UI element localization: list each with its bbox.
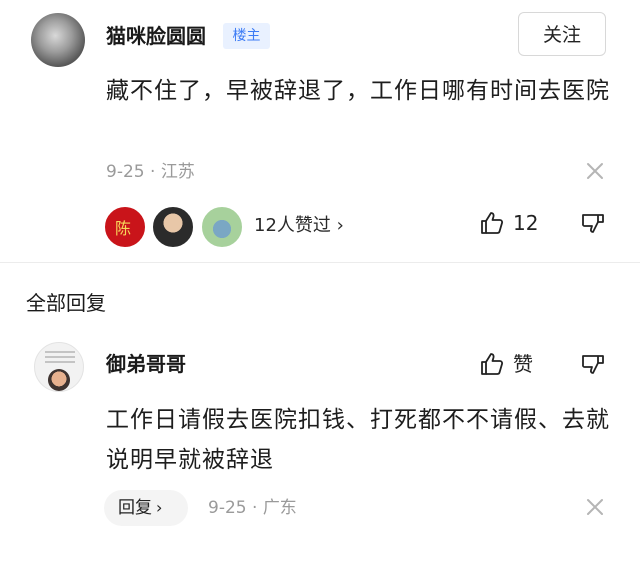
liker-avatar[interactable] [151,205,195,249]
post-meta: 9-25 · 江苏 [106,157,195,187]
post-meta-separator: · [150,162,156,182]
reply-date: 9-25 [208,498,247,518]
thumbs-down-icon[interactable] [580,353,606,379]
section-divider [0,262,640,263]
post-author-name[interactable]: 猫咪脸圆圆 [106,20,206,52]
liker-avatar[interactable]: 陈 [103,205,147,249]
post-like-count: 12 [513,211,539,235]
reply-content: 工作日请假去医院扣钱、打死都不不请假、去就说明早就被辞退 [106,407,610,473]
avatar-face [48,369,70,391]
post-content: 藏不住了，早被辞退了，工作日哪有时间去医院 [106,78,610,104]
liker-seal-text: 陈 [115,219,132,238]
liker-avatar[interactable] [200,205,244,249]
main-post: 猫咪脸圆圆 楼主 关注 藏不住了，早被辞退了，工作日哪有时间去医院 9-25 ·… [0,0,640,262]
post-date: 9-25 [106,162,145,182]
reply-meta-separator: · [252,498,258,518]
post-author-avatar[interactable] [31,13,85,67]
reply-author-avatar[interactable] [34,342,84,392]
reply-like-label[interactable]: 赞 [513,348,533,380]
op-badge: 楼主 [223,23,270,49]
post-location: 江苏 [160,162,195,182]
likes-summary[interactable]: 12人赞过 › [254,211,344,241]
reply-button-label: 回复 [118,498,152,518]
thumbs-up-icon[interactable] [479,210,505,236]
close-icon[interactable] [586,498,604,516]
reply-meta: 9-25 · 广东 [208,493,297,523]
chevron-right-icon: › [156,498,163,517]
reply-location: 广东 [262,498,297,518]
reply-button[interactable]: 回复 › [104,490,188,526]
thumbs-down-icon[interactable] [580,212,606,238]
avatar-text-lines [45,351,75,366]
close-icon[interactable] [586,162,604,180]
reply-author-name[interactable]: 御弟哥哥 [106,348,186,380]
chevron-right-icon: › [336,215,344,236]
follow-button[interactable]: 关注 [518,12,606,56]
likes-summary-label: 12人赞过 [254,215,331,236]
thumbs-up-icon[interactable] [479,351,505,377]
replies-header: 全部回复 [26,291,106,315]
